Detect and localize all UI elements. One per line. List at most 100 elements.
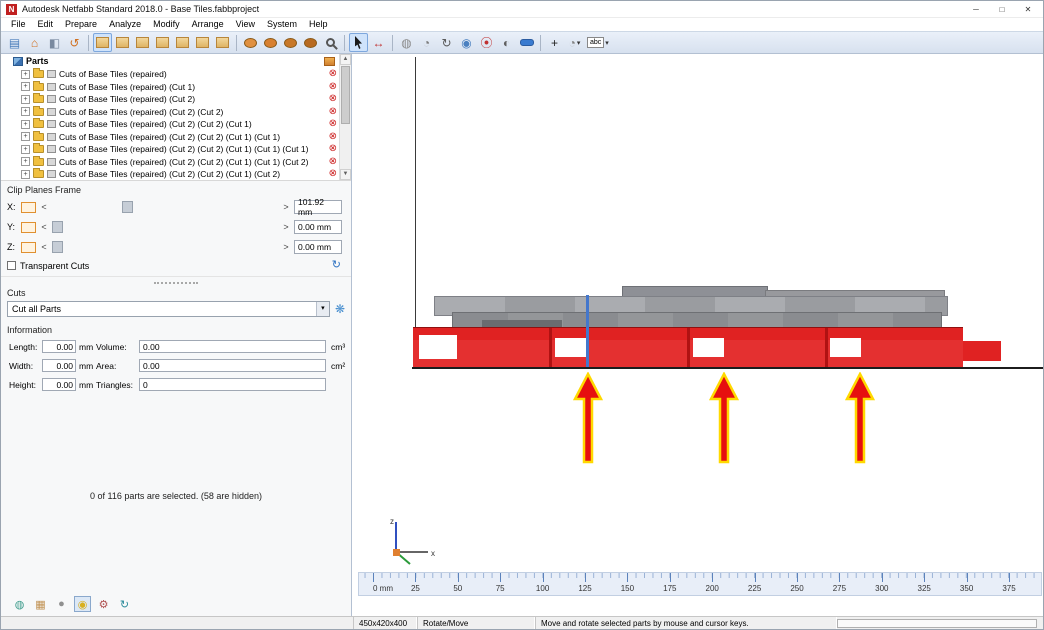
remove-part-icon[interactable]: ⊗ [329,69,337,79]
minimize-button[interactable]: ─ [963,2,989,17]
machine-settings-icon[interactable]: ⚙ [95,596,112,612]
chevron-down-icon[interactable]: ▾ [577,39,581,47]
rotate-view-icon[interactable]: ↻ [437,33,456,52]
tree-scrollbar[interactable]: ▲ ▼ [339,54,351,180]
scroll-up-icon[interactable]: ▲ [340,54,351,65]
measure-icon[interactable] [517,33,536,52]
cut-tool-icon[interactable]: ◔ ▾ [565,33,584,52]
expand-icon[interactable]: + [21,169,30,179]
cut-mode-dropdown[interactable]: Cut all Parts ▾ [7,301,330,317]
clip-value-field[interactable]: 0.00 mm [294,240,342,254]
expand-icon[interactable]: + [21,69,30,79]
slider-decrement-button[interactable]: < [40,222,48,232]
view-left-icon[interactable] [153,33,172,52]
hide-all-parts-icon[interactable] [324,56,335,66]
package-icon[interactable]: ▦ [32,596,49,612]
info-value-field[interactable]: 0.00 [139,359,326,372]
expand-icon[interactable]: + [21,144,30,154]
lamp-icon[interactable]: ◍ [397,33,416,52]
slider-increment-button[interactable]: > [282,222,290,232]
chevron-down-icon[interactable]: ▾ [605,39,609,47]
clip-slider[interactable] [52,200,278,214]
info-value-field[interactable]: 0 [139,378,326,391]
expand-icon[interactable]: + [21,119,30,129]
expand-icon[interactable]: + [21,107,30,117]
menu-modify[interactable]: Modify [147,18,186,31]
slider-handle[interactable] [52,241,63,253]
remove-part-icon[interactable]: ⊗ [329,169,337,179]
tree-item[interactable]: + Cuts of Base Tiles (repaired) (Cut 2) (… [1,118,338,131]
view-iso-icon[interactable] [93,33,112,52]
new-project-icon[interactable]: ⌂ [25,33,44,52]
light-icon[interactable]: ◉ [74,596,91,612]
expand-icon[interactable]: + [21,157,30,167]
boolean-icon[interactable] [301,33,320,52]
undo-redo-icon[interactable]: ↺ [65,33,84,52]
menu-help[interactable]: Help [303,18,334,31]
transparent-cuts-checkbox[interactable] [7,261,16,270]
clip-plane-icon[interactable] [21,221,36,233]
tree-item[interactable]: + Cuts of Base Tiles (repaired) ⊗ [1,68,338,81]
slider-decrement-button[interactable]: < [40,242,48,252]
info-value-field[interactable]: 0.00 [42,359,76,372]
tree-item[interactable]: + Cuts of Base Tiles (repaired) (Cut 2) (… [1,130,338,144]
shaded-view-icon[interactable]: ◉ [457,33,476,52]
platform-scene-icon[interactable]: ◍ [11,596,28,612]
tree-item[interactable]: + Cuts of Base Tiles (repaired) (Cut 2) ⊗ [1,93,338,106]
tree-item[interactable]: + Cuts of Base Tiles (repaired) (Cut 2) (… [1,105,338,119]
smooth-icon[interactable] [261,33,280,52]
label-tool-icon[interactable]: abc ▾ [585,33,611,52]
clip-value-field[interactable]: 101.92 mm [294,197,342,217]
refresh-icon[interactable]: ↻ [116,596,133,612]
remove-part-icon[interactable]: ⊗ [329,131,337,142]
view-right-icon[interactable] [173,33,192,52]
move-rotate-icon[interactable]: ↔ [369,33,388,52]
render-mode-icon[interactable]: ⦿ [477,33,496,52]
tree-item[interactable]: + Cuts of Base Tiles (repaired) (Cut 2) (… [1,143,338,156]
expand-icon[interactable]: + [21,82,30,92]
close-button[interactable]: ✕ [1015,2,1041,17]
open-file-icon[interactable]: ▤ [5,33,24,52]
tree-item[interactable]: + Cuts of Base Tiles (repaired) (Cut 1) ⊗ [1,80,338,94]
expand-icon[interactable]: + [21,94,30,104]
edit-mesh-icon[interactable] [281,33,300,52]
save-project-icon[interactable]: ◧ [45,33,64,52]
remove-part-icon[interactable]: ⊗ [329,119,337,129]
clip-slider[interactable] [52,240,278,254]
menu-file[interactable]: File [5,18,32,31]
menu-prepare[interactable]: Prepare [59,18,103,31]
remove-part-icon[interactable]: ⊗ [329,106,337,117]
slider-increment-button[interactable]: > [282,202,290,212]
menu-view[interactable]: View [230,18,261,31]
scroll-down-icon[interactable]: ▼ [340,169,351,180]
menu-system[interactable]: System [261,18,303,31]
menu-analyze[interactable]: Analyze [103,18,147,31]
view-bottom-icon[interactable] [213,33,232,52]
info-value-field[interactable]: 0.00 [42,378,76,391]
orbit-view-icon[interactable]: ◔ [417,33,436,52]
view-front-icon[interactable] [113,33,132,52]
remove-part-icon[interactable]: ⊗ [329,94,337,104]
sphere-icon[interactable]: ● [53,596,70,612]
update-view-icon[interactable]: ↻ [332,260,341,271]
info-value-field[interactable]: 0.00 [139,340,326,353]
tree-item[interactable]: + Cuts of Base Tiles (repaired) (Cut 2) (… [1,155,338,169]
clip-slider[interactable] [52,220,278,234]
viewport-3d[interactable]: z x 0 mm 25 50 75 100 125 150 175 200 225 250 275 30… [352,54,1043,616]
clip-plane-icon[interactable] [21,201,36,213]
info-value-field[interactable]: 0.00 [42,340,76,353]
remove-part-icon[interactable]: ⊗ [329,144,337,154]
execute-cut-icon[interactable]: ❋ [335,303,345,315]
slider-decrement-button[interactable]: < [40,202,48,212]
menu-edit[interactable]: Edit [32,18,60,31]
slider-increment-button[interactable]: > [282,242,290,252]
expand-icon[interactable]: + [21,132,30,142]
scrollbar-thumb[interactable] [341,66,350,124]
chevron-down-icon[interactable]: ▾ [315,302,329,316]
select-tool-icon[interactable] [349,33,368,52]
menu-arrange[interactable]: Arrange [186,18,230,31]
maximize-button[interactable]: □ [989,2,1015,17]
add-part-icon[interactable]: + [545,33,564,52]
title-bar[interactable]: N Autodesk Netfabb Standard 2018.0 - Bas… [1,1,1043,18]
tree-item[interactable]: + Cuts of Base Tiles (repaired) (Cut 2) (… [1,168,338,180]
